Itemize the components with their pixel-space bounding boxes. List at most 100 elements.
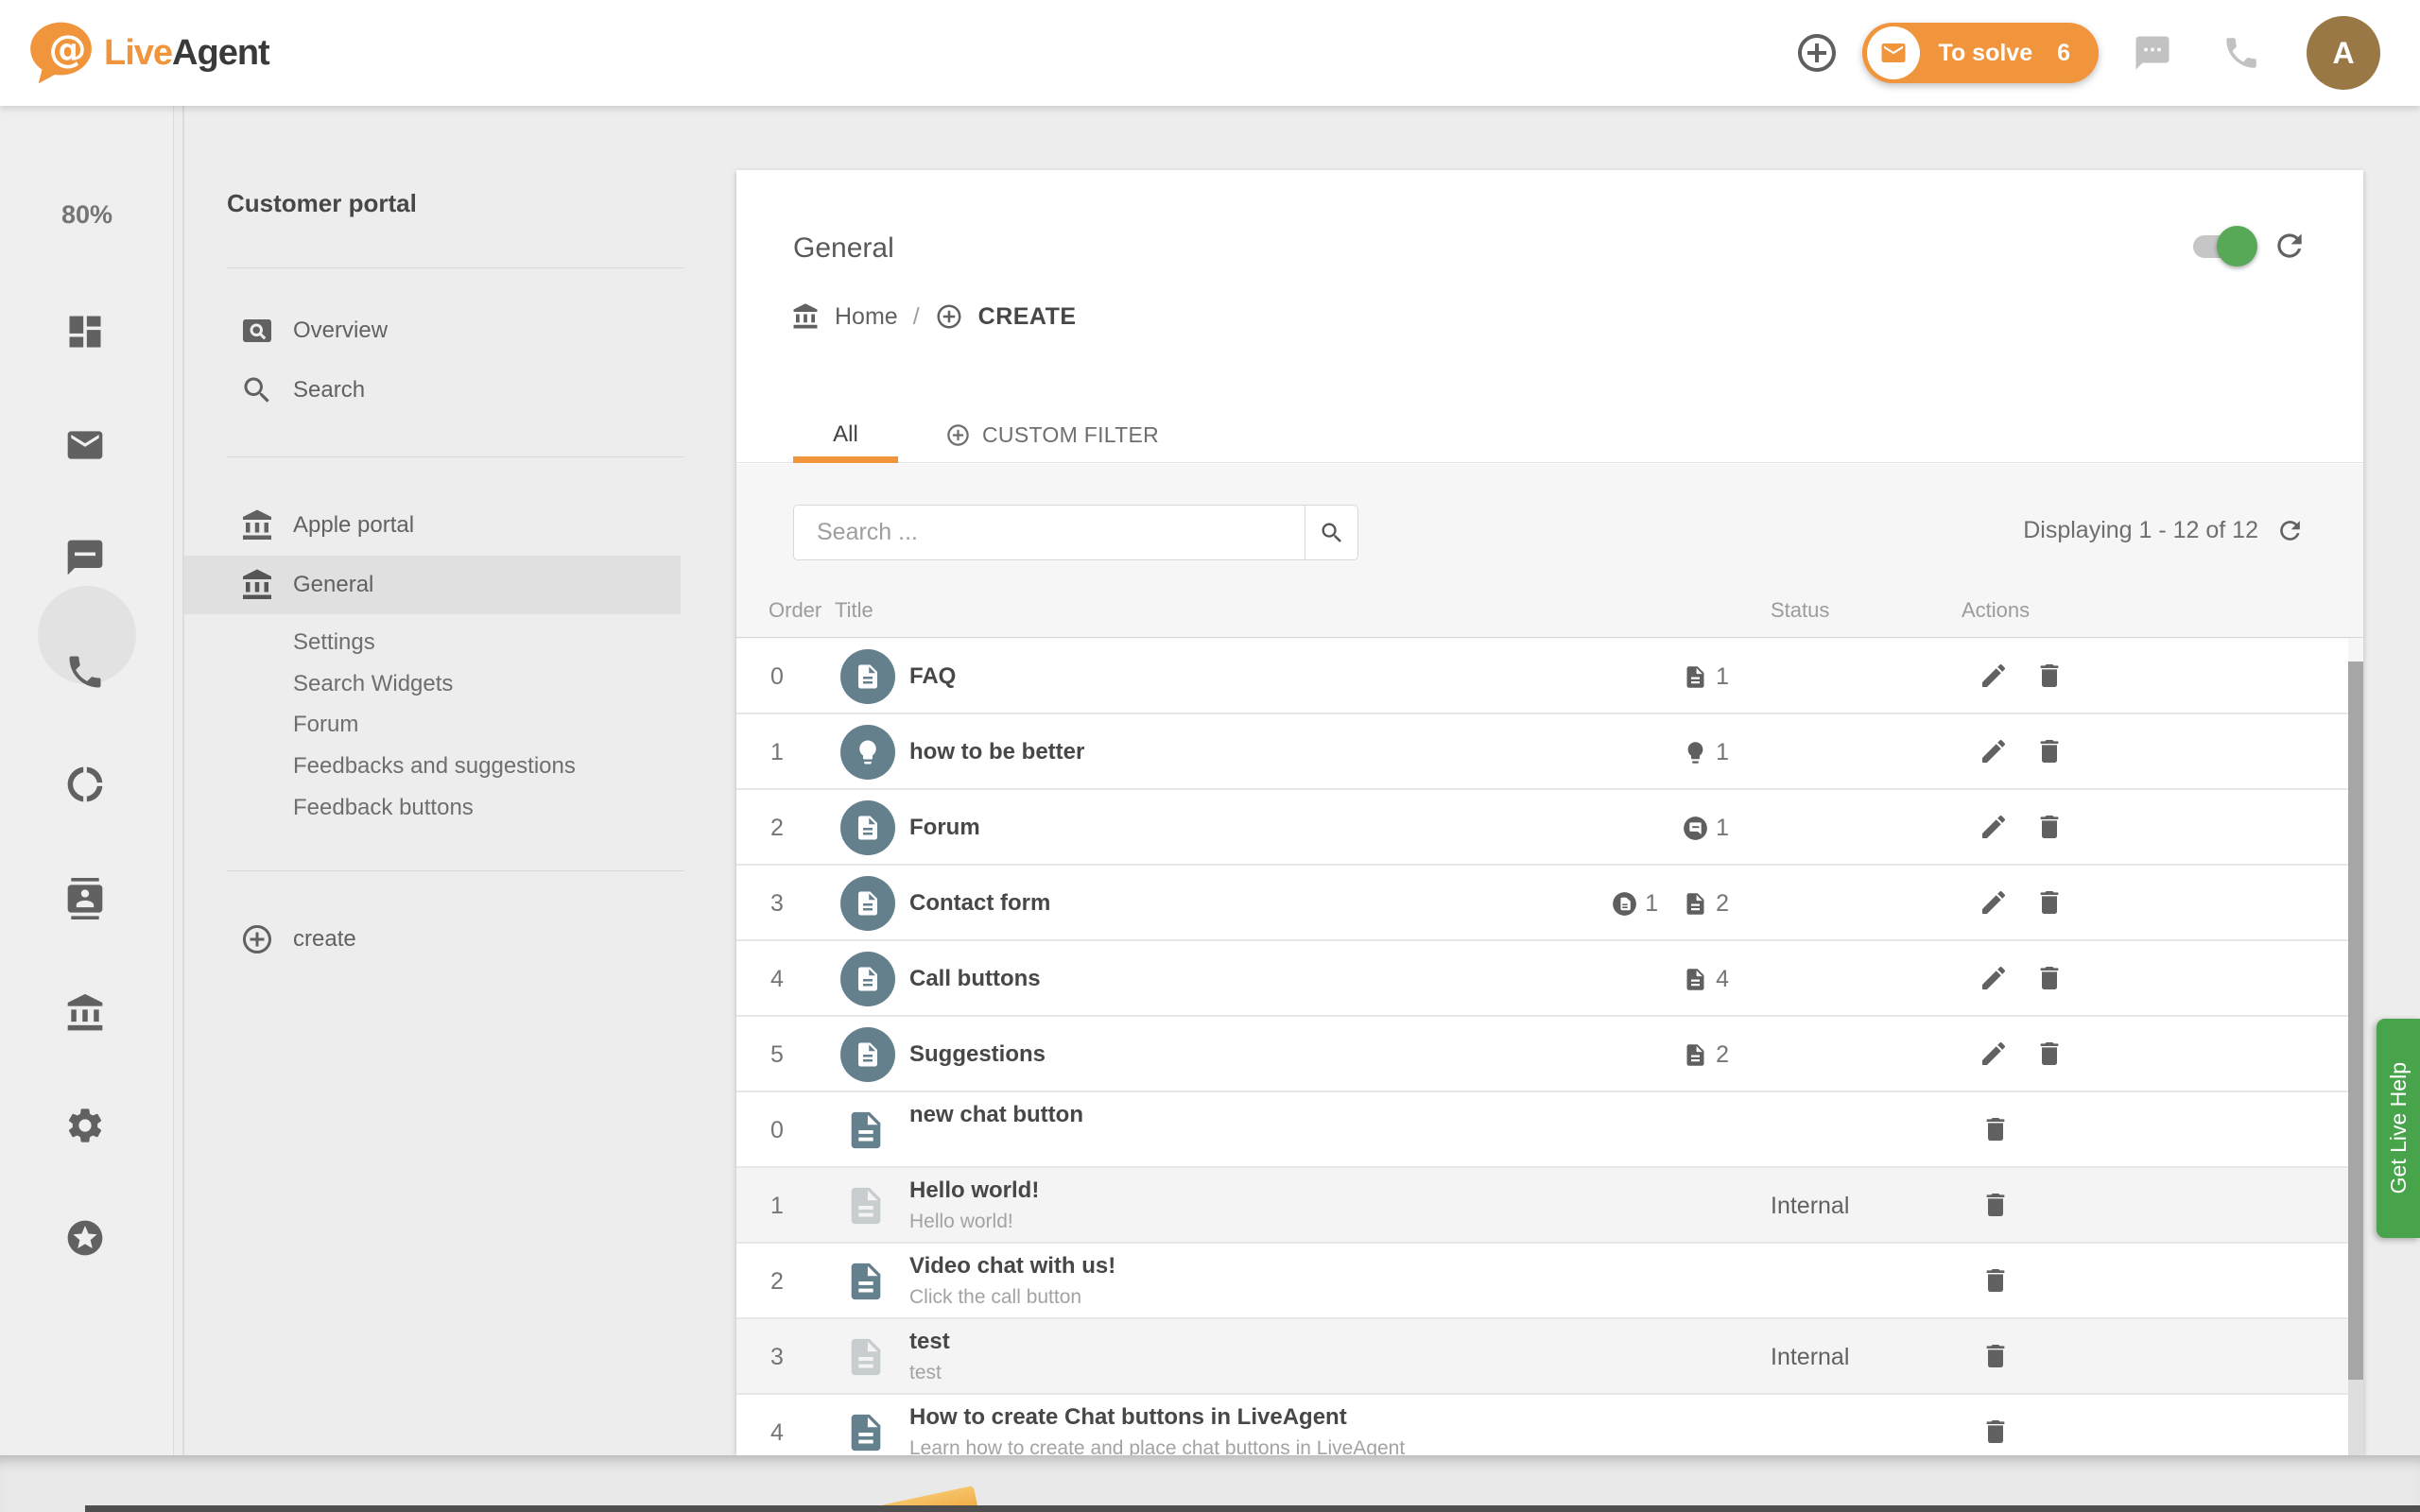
to-solve-button[interactable]: To solve 6: [1862, 23, 2099, 83]
sidebar-item-create[interactable]: create: [184, 916, 681, 963]
row-title[interactable]: test: [909, 1329, 950, 1355]
search-submit-button[interactable]: [1305, 505, 1358, 560]
sidebar-item-label: General: [293, 572, 373, 598]
row-title[interactable]: FAQ: [909, 663, 956, 690]
table-scrollbar[interactable]: [2348, 662, 2363, 1455]
search-input[interactable]: [793, 505, 1305, 560]
row-title[interactable]: Forum: [909, 815, 980, 841]
article-page-icon: [844, 1407, 888, 1455]
sidebar-item-general[interactable]: General: [184, 556, 681, 614]
liveagent-logo[interactable]: @ LiveAgent: [25, 18, 269, 88]
settings-gear-icon[interactable]: [64, 1103, 110, 1148]
column-header-status: Status: [1771, 598, 1829, 623]
row-title[interactable]: how to be better: [909, 739, 1084, 765]
get-live-help-label: Get Live Help: [2386, 1062, 2411, 1194]
refresh-button[interactable]: [2272, 228, 2308, 264]
edit-button[interactable]: [1979, 661, 2009, 691]
row-title[interactable]: Call buttons: [909, 966, 1041, 992]
article-page-icon: [844, 1332, 888, 1383]
chat-icon[interactable]: [64, 535, 110, 580]
dashboard-icon[interactable]: [64, 309, 110, 354]
calls-button[interactable]: [2221, 33, 2261, 73]
edit-button[interactable]: [1979, 812, 2009, 842]
phone-icon[interactable]: [64, 649, 110, 695]
sidebar-item-apple-portal[interactable]: Apple portal: [184, 502, 681, 549]
entry-counts: 1: [1587, 790, 1729, 866]
sidebar-subitem-settings[interactable]: Settings: [293, 629, 375, 656]
edit-button[interactable]: [1979, 736, 2009, 766]
tab-all[interactable]: All: [793, 406, 898, 463]
mail-icon[interactable]: [64, 422, 110, 468]
tab-custom-filter[interactable]: CUSTOM FILTER: [936, 406, 1168, 463]
edit-button[interactable]: [1979, 963, 2009, 993]
sidebar-item-overview[interactable]: Overview: [184, 307, 681, 354]
row-title[interactable]: Suggestions: [909, 1041, 1046, 1068]
row-title[interactable]: Video chat with us!: [909, 1253, 1115, 1280]
table-row[interactable]: 2 Video chat with us! Click the call but…: [736, 1244, 2348, 1319]
table-row[interactable]: 4 Call buttons 4: [736, 941, 2348, 1017]
add-button[interactable]: [1794, 30, 1840, 76]
row-subtitle: [909, 1135, 1083, 1158]
row-order: 0: [770, 1117, 784, 1144]
document-circle-icon: [840, 1027, 895, 1082]
table-row[interactable]: 5 Suggestions 2: [736, 1017, 2348, 1092]
edit-button[interactable]: [1979, 887, 2009, 918]
delete-button[interactable]: [2034, 963, 2065, 993]
delete-button[interactable]: [1980, 1341, 2011, 1371]
table-row[interactable]: 4 How to create Chat buttons in LiveAgen…: [736, 1395, 2348, 1455]
lightbulb-circle-icon: [840, 725, 895, 780]
breadcrumb-create[interactable]: CREATE: [978, 303, 1077, 331]
row-title[interactable]: How to create Chat buttons in LiveAgent: [909, 1404, 1405, 1431]
bottom-edge-strip: [85, 1505, 2420, 1512]
delete-button[interactable]: [1980, 1417, 2011, 1447]
sidebar-subitem-feedbacks[interactable]: Feedbacks and suggestions: [293, 753, 576, 780]
delete-button[interactable]: [2034, 1039, 2065, 1069]
table-row[interactable]: 3 Contact form 1 2: [736, 866, 2348, 941]
delete-button[interactable]: [2034, 887, 2065, 918]
delete-button[interactable]: [2034, 736, 2065, 766]
table-row[interactable]: 0 new chat button: [736, 1092, 2348, 1168]
delete-button[interactable]: [2034, 812, 2065, 842]
portal-enabled-toggle-knob[interactable]: [2217, 226, 2257, 266]
chats-button[interactable]: [2133, 33, 2172, 73]
row-subtitle: Learn how to create and place chat butto…: [909, 1437, 1405, 1455]
row-order: 3: [770, 1344, 784, 1371]
delete-button[interactable]: [2034, 661, 2065, 691]
divider: [227, 870, 684, 871]
breadcrumb-home[interactable]: Home: [835, 303, 898, 331]
column-header-order: Order: [769, 598, 821, 623]
breadcrumb: Home / CREATE: [791, 302, 1077, 331]
scrollbar-thumb[interactable]: [2348, 662, 2363, 1380]
delete-button[interactable]: [1980, 1114, 2011, 1144]
row-order: 3: [770, 890, 784, 918]
stars-icon[interactable]: [64, 1215, 110, 1261]
get-live-help-tab[interactable]: Get Live Help: [2377, 1019, 2420, 1238]
logo-text: LiveAgent: [104, 33, 269, 74]
reports-donut-icon[interactable]: [64, 762, 110, 807]
displaying-count: Displaying 1 - 12 of 12: [2023, 517, 2258, 544]
row-title[interactable]: Hello world!: [909, 1177, 1039, 1204]
user-avatar[interactable]: A: [2307, 16, 2380, 90]
sidebar-item-search[interactable]: Search: [184, 367, 681, 414]
refresh-list-button[interactable]: [2275, 516, 2305, 545]
to-solve-label: To solve: [1939, 40, 2033, 67]
table-header: Order Title Status Actions: [736, 587, 2363, 638]
sidebar-subitem-search-widgets[interactable]: Search Widgets: [293, 671, 453, 697]
table-row[interactable]: 1 how to be better 1: [736, 714, 2348, 790]
sidebar-subitem-feedback-buttons[interactable]: Feedback buttons: [293, 795, 474, 821]
row-order: 5: [770, 1041, 784, 1069]
table-row[interactable]: 3 test test Internal: [736, 1319, 2348, 1395]
article-page-icon: [844, 1180, 888, 1231]
table-row[interactable]: 2 Forum 1: [736, 790, 2348, 866]
table-row[interactable]: 1 Hello world! Hello world! Internal: [736, 1168, 2348, 1244]
customer-portal-icon[interactable]: [64, 990, 110, 1036]
delete-button[interactable]: [1980, 1190, 2011, 1220]
edit-button[interactable]: [1979, 1039, 2009, 1069]
table-row[interactable]: 0 FAQ 1: [736, 639, 2348, 714]
row-title[interactable]: Contact form: [909, 890, 1050, 917]
delete-button[interactable]: [1980, 1265, 2011, 1296]
plus-circle-icon: [945, 422, 971, 448]
sidebar-subitem-forum[interactable]: Forum: [293, 712, 358, 738]
row-title[interactable]: new chat button: [909, 1102, 1083, 1128]
contacts-icon[interactable]: [64, 876, 110, 921]
